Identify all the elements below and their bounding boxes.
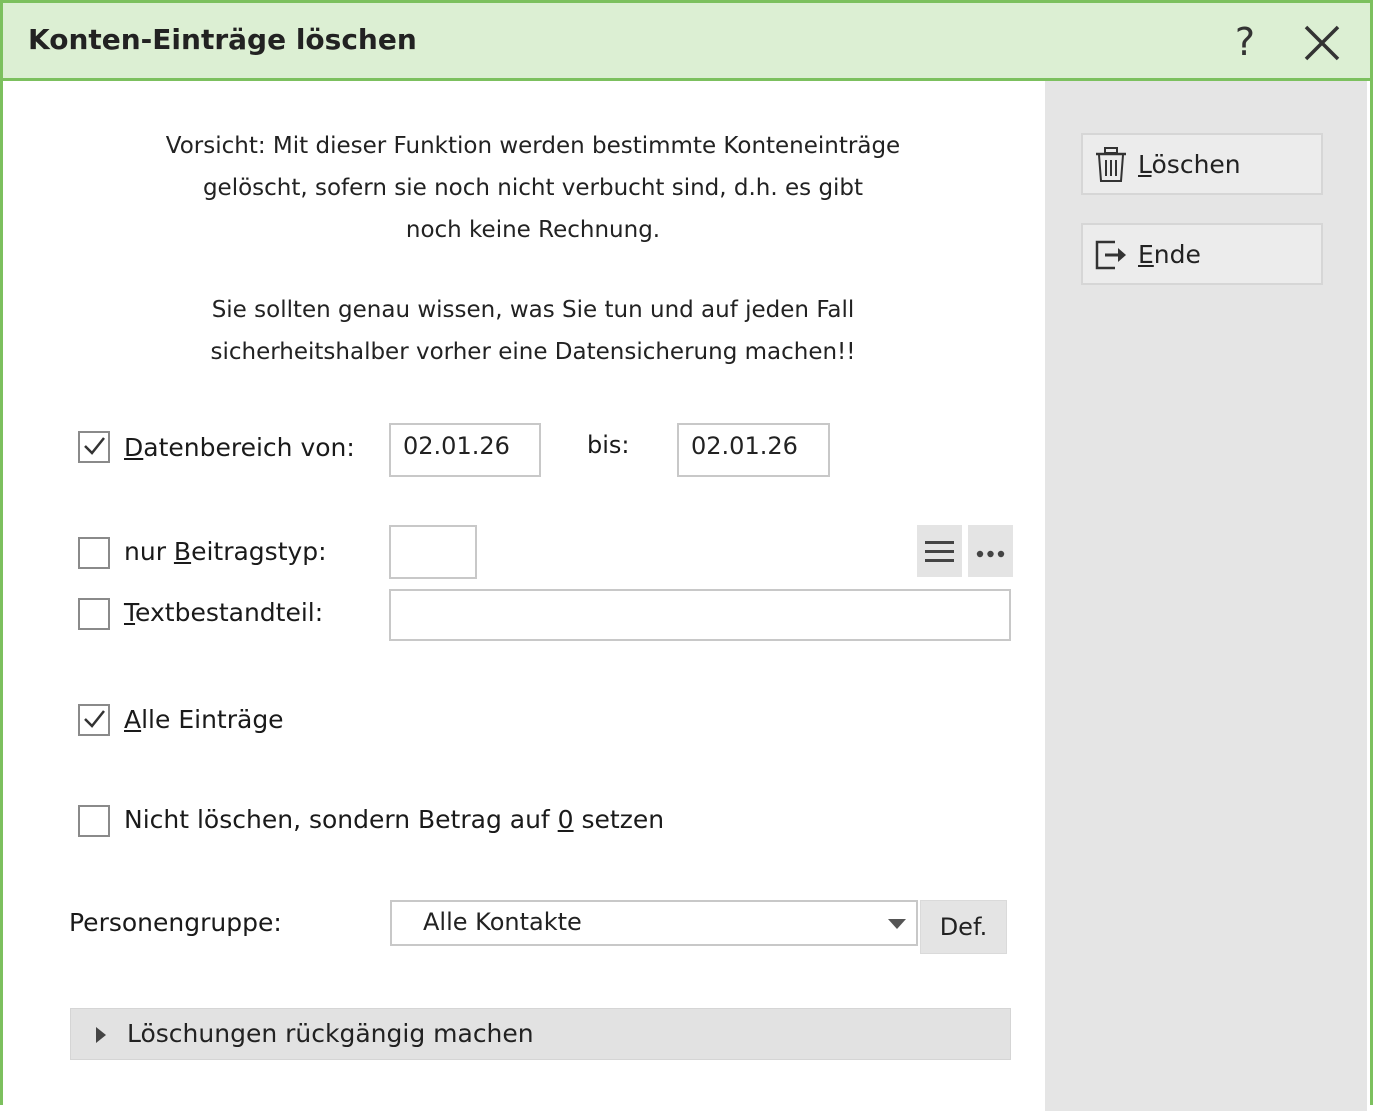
define-group-button[interactable]: Def. [920, 900, 1007, 954]
dialog-title: Konten-Einträge löschen [28, 23, 417, 56]
date-range-label: Datenbereich von: [124, 433, 355, 462]
ellipsis-icon [976, 550, 1005, 558]
delete-entries-dialog: Konten-Einträge löschen ? Löschen Ende V… [0, 0, 1373, 1111]
all-entries-checkbox[interactable] [78, 704, 110, 736]
delete-button-label: Löschen [1138, 150, 1241, 179]
end-button[interactable]: Ende [1081, 223, 1323, 285]
contribution-type-label-prefix: nur [124, 537, 174, 566]
date-range-label-rest: atenbereich von: [143, 433, 355, 462]
end-button-label: Ende [1138, 240, 1201, 269]
person-group-select[interactable]: Alle Kontakte [390, 900, 918, 946]
undo-deletions-expander[interactable]: Löschungen rückgängig machen [70, 1008, 1011, 1060]
close-button[interactable] [1300, 21, 1344, 65]
text-part-mnemonic: T [124, 598, 136, 627]
person-group-value: Alle Kontakte [423, 908, 582, 936]
end-mnemonic: E [1138, 240, 1154, 269]
text-part-checkbox[interactable] [78, 598, 110, 630]
warning-text-2: Sie sollten genau wissen, was Sie tun un… [93, 289, 973, 373]
contribution-type-label-rest: eitragstyp: [191, 537, 327, 566]
title-bar: Konten-Einträge löschen ? [3, 3, 1370, 81]
text-part-label: Textbestandteil: [124, 598, 323, 627]
checkmark-icon [84, 437, 105, 455]
all-entries-mnemonic: A [124, 705, 142, 734]
delete-button[interactable]: Löschen [1081, 133, 1323, 195]
contribution-type-input[interactable] [389, 525, 477, 579]
zero-amount-checkbox[interactable] [78, 805, 110, 837]
contribution-type-mnemonic: B [173, 537, 192, 566]
list-icon [925, 541, 954, 562]
help-button[interactable]: ? [1225, 17, 1265, 67]
zero-amount-label-prefix: Nicht löschen, sondern Betrag auf [124, 805, 558, 834]
zero-amount-label-rest: setzen [573, 805, 665, 834]
trash-icon [1096, 147, 1126, 182]
warning-line-2: gelöscht, sofern sie noch nicht verbucht… [202, 175, 864, 201]
all-entries-label-rest: lle Einträge [141, 705, 284, 734]
undo-deletions-label: Löschungen rückgängig machen [127, 1019, 534, 1048]
date-to-label: bis: [587, 431, 630, 459]
date-range-mnemonic: D [124, 433, 144, 462]
warning-line-4: Sie sollten genau wissen, was Sie tun un… [211, 297, 855, 323]
list-button[interactable] [917, 525, 962, 577]
dropdown-arrow-icon [888, 919, 906, 929]
text-part-label-rest: extbestandteil: [135, 598, 324, 627]
close-icon [1304, 25, 1340, 61]
contribution-type-label: nur Beitragstyp: [124, 537, 327, 566]
end-label-rest: nde [1153, 240, 1201, 269]
zero-amount-mnemonic: 0 [557, 805, 574, 834]
warning-line-5: sicherheitshalber vorher eine Datensiche… [210, 339, 856, 365]
expand-triangle-icon [96, 1027, 106, 1043]
date-range-checkbox[interactable] [78, 431, 110, 463]
warning-line-1: Vorsicht: Mit dieser Funktion werden bes… [165, 133, 901, 159]
all-entries-label: Alle Einträge [124, 705, 284, 734]
date-to-input[interactable]: 02.01.26 [677, 423, 830, 477]
date-from-input[interactable]: 02.01.26 [389, 423, 541, 477]
person-group-label: Personengruppe: [69, 908, 282, 937]
delete-label-rest: öschen [1151, 150, 1241, 179]
exit-icon [1095, 240, 1126, 270]
checkmark-icon [84, 710, 105, 728]
warning-line-3: noch keine Rechnung. [405, 217, 661, 243]
more-options-button[interactable] [968, 525, 1013, 577]
delete-mnemonic: L [1138, 150, 1152, 179]
action-sidebar: Löschen Ende [1045, 81, 1367, 1111]
zero-amount-label: Nicht löschen, sondern Betrag auf 0 setz… [124, 805, 664, 834]
contribution-type-checkbox[interactable] [78, 537, 110, 569]
text-part-input[interactable] [389, 589, 1011, 641]
warning-text-1: Vorsicht: Mit dieser Funktion werden bes… [93, 125, 973, 251]
